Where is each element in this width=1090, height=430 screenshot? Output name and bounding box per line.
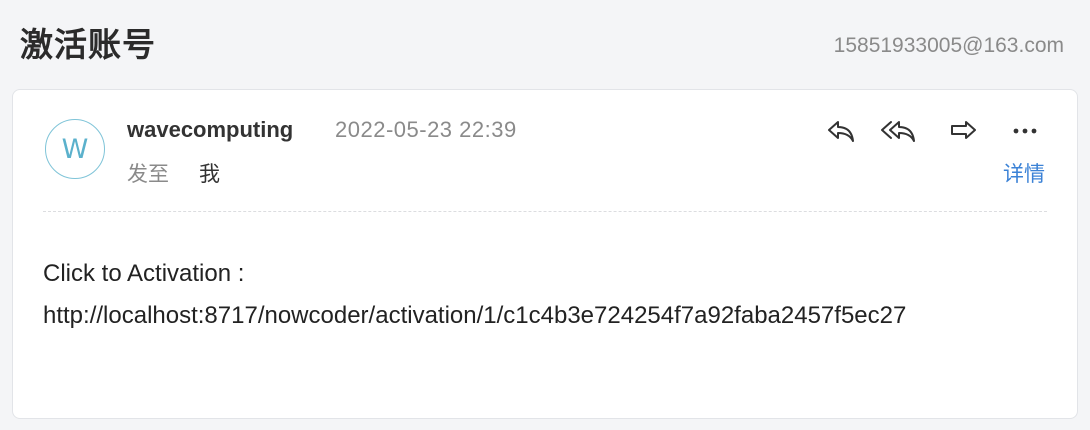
top-bar: 激活账号 15851933005@163.com [0, 0, 1090, 88]
sender-name[interactable]: wavecomputing [127, 117, 293, 143]
avatar[interactable]: W [45, 119, 105, 179]
forward-icon [951, 121, 976, 139]
message-card: W wavecomputing 2022-05-23 22:39 发至 我 详情… [12, 89, 1078, 419]
recipient-label: 发至 [127, 162, 169, 186]
more-button[interactable] [1005, 114, 1045, 148]
message-actions [821, 114, 1051, 148]
message-datetime: 2022-05-23 22:39 [335, 117, 517, 142]
recipient-value: 我 [199, 162, 220, 186]
body-line: Click to Activation : [43, 260, 245, 287]
account-email: 15851933005@163.com [833, 34, 1064, 57]
forward-button[interactable] [943, 114, 983, 148]
header-divider [43, 211, 1047, 212]
reply-icon [828, 121, 854, 142]
avatar-letter: W [61, 133, 89, 165]
more-icon [1013, 128, 1037, 134]
reply-all-icon [881, 121, 915, 142]
message-body: Click to Activation : http://localhost:8… [43, 253, 1053, 337]
details-link[interactable]: 详情 [1003, 158, 1045, 188]
reply-all-button[interactable] [879, 114, 919, 148]
activation-link[interactable]: http://localhost:8717/nowcoder/activatio… [43, 295, 1053, 337]
reply-button[interactable] [821, 114, 861, 148]
page-title: 激活账号 [20, 25, 156, 64]
